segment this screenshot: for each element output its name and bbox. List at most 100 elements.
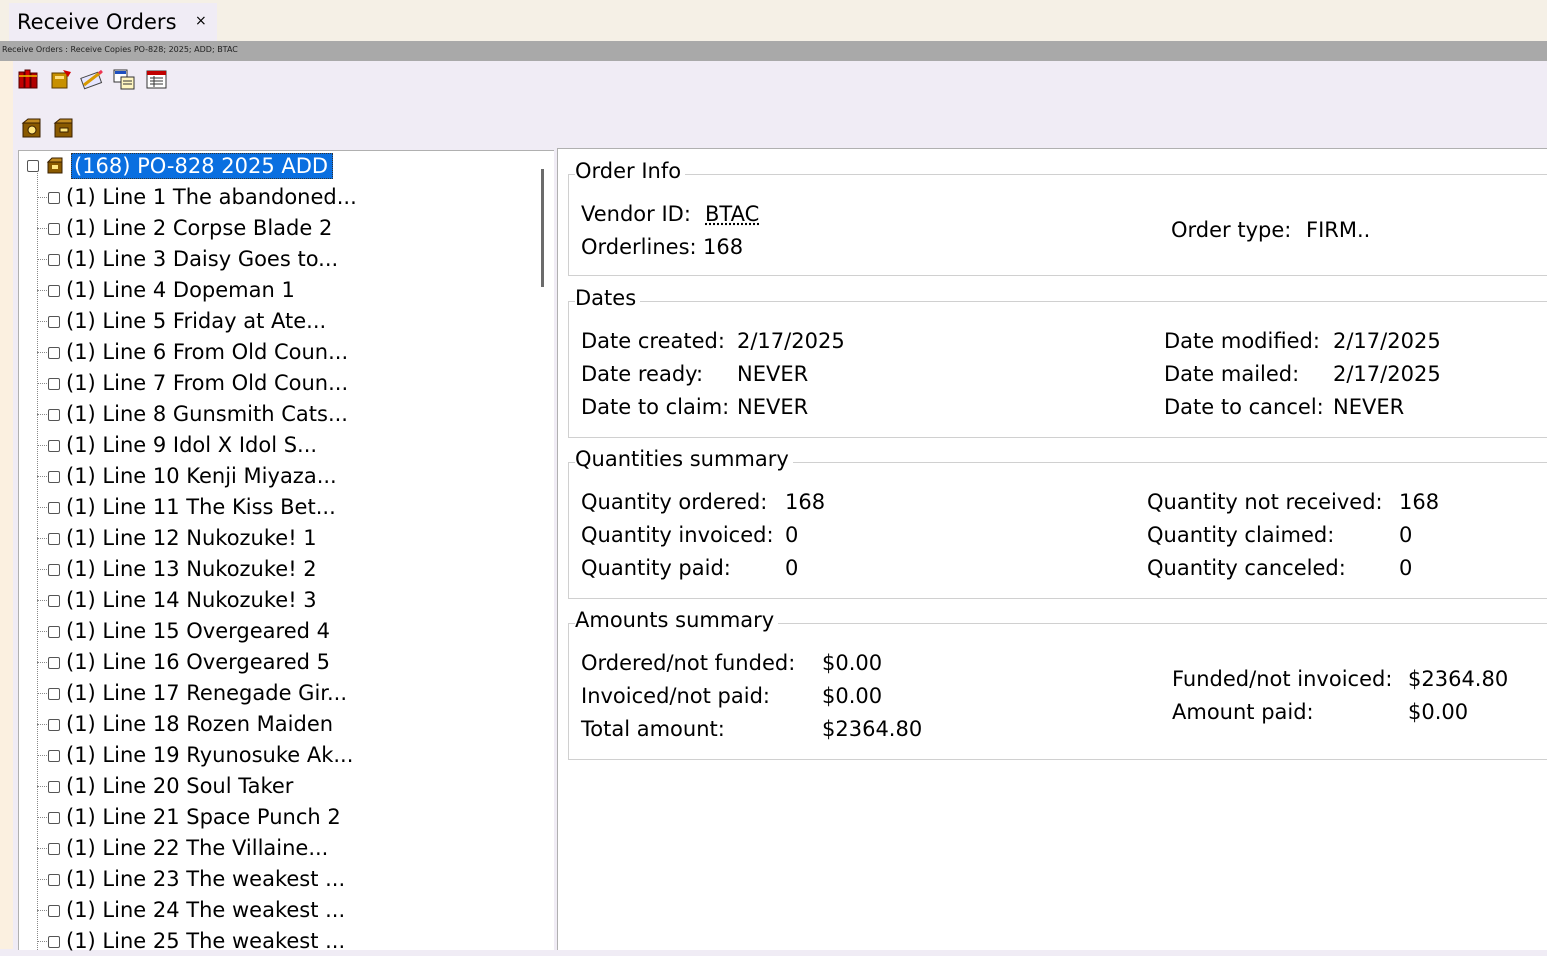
funded-not-invoiced-label: Funded/not invoiced: (1172, 667, 1393, 691)
tree-guide-line (37, 352, 47, 353)
amounts-summary-group: Amounts summary Ordered/not funded: $0.0… (568, 608, 1547, 760)
date-mailed-value: 2/17/2025 (1333, 362, 1441, 386)
tree-checkbox[interactable] (48, 812, 60, 824)
unreceive-box-icon[interactable] (52, 116, 76, 140)
tree-scrollbar[interactable] (541, 169, 544, 287)
tree-line-item[interactable]: (1) Line 10 Kenji Miyaza... (19, 463, 539, 491)
tree-line-item[interactable]: (1) Line 14 Nukozuke! 3 (19, 587, 539, 615)
calendar-report-icon[interactable] (145, 67, 169, 91)
tree-checkbox[interactable] (48, 440, 60, 452)
tree-guide-line (37, 662, 47, 663)
tree-checkbox[interactable] (48, 192, 60, 204)
tree-checkbox[interactable] (48, 874, 60, 886)
tree-guide-line (37, 848, 47, 849)
tree-checkbox[interactable] (48, 533, 60, 545)
tree-line-item[interactable]: (1) Line 2 Corpse Blade 2 (19, 215, 539, 243)
tree-line-item[interactable]: (1) Line 5 Friday at Ate... (19, 308, 539, 336)
tree-checkbox[interactable] (48, 905, 60, 917)
tree-checkbox[interactable] (48, 936, 60, 948)
order-tree[interactable]: (168) PO-828 2025 ADD (1) Line 1 The aba… (18, 150, 554, 953)
tree-checkbox[interactable] (48, 781, 60, 793)
tree-line-label: (1) Line 11 The Kiss Bet... (66, 495, 336, 519)
tree-checkbox[interactable] (48, 750, 60, 762)
date-mailed-label: Date mailed: (1164, 362, 1300, 386)
tree-checkbox[interactable] (27, 160, 39, 172)
tree-line-item[interactable]: (1) Line 6 From Old Coun... (19, 339, 539, 367)
dates-group: Dates Date created: 2/17/2025 Date ready… (568, 286, 1547, 438)
tab-bar: Receive Orders × (0, 0, 1547, 41)
tree-checkbox[interactable] (48, 223, 60, 235)
tree-line-item[interactable]: (1) Line 22 The Villaine... (19, 835, 539, 863)
tree-checkbox[interactable] (48, 285, 60, 297)
tab-receive-orders[interactable]: Receive Orders × (9, 3, 217, 41)
tree-line-item[interactable]: (1) Line 9 Idol X Idol S... (19, 432, 539, 460)
tree-checkbox[interactable] (48, 502, 60, 514)
tree-line-label: (1) Line 4 Dopeman 1 (66, 278, 295, 302)
tree-line-item[interactable]: (1) Line 13 Nukozuke! 2 (19, 556, 539, 584)
tree-root-node[interactable]: (168) PO-828 2025 ADD (27, 153, 387, 179)
tree-line-item[interactable]: (1) Line 8 Gunsmith Cats... (19, 401, 539, 429)
tree-line-item[interactable]: (1) Line 11 The Kiss Bet... (19, 494, 539, 522)
tree-line-item[interactable]: (1) Line 3 Daisy Goes to... (19, 246, 539, 274)
amounts-summary-heading: Amounts summary (575, 608, 779, 632)
tree-guide-line (37, 817, 47, 818)
tree-checkbox[interactable] (48, 471, 60, 483)
tree-line-item[interactable]: (1) Line 17 Renegade Gir... (19, 680, 539, 708)
tree-line-item[interactable]: (1) Line 23 The weakest ... (19, 866, 539, 894)
checkout-book-icon[interactable] (49, 67, 73, 91)
quantity-claimed-value: 0 (1399, 523, 1413, 547)
tree-checkbox[interactable] (48, 347, 60, 359)
quantity-ordered-value: 168 (785, 490, 826, 514)
tree-checkbox[interactable] (48, 595, 60, 607)
tree-line-item[interactable]: (1) Line 25 The weakest ... (19, 928, 539, 956)
copy-record-icon[interactable] (112, 67, 136, 91)
tree-checkbox[interactable] (48, 626, 60, 638)
tree-line-item[interactable]: (1) Line 18 Rozen Maiden (19, 711, 539, 739)
tree-checkbox[interactable] (48, 564, 60, 576)
tree-checkbox[interactable] (48, 657, 60, 669)
order-info-heading: Order Info (575, 159, 686, 183)
vendor-id-value[interactable]: BTAC (705, 202, 759, 226)
order-type-label: Order type: (1171, 218, 1292, 242)
quantity-claimed-label: Quantity claimed: (1147, 523, 1335, 547)
tree-line-item[interactable]: (1) Line 20 Soul Taker (19, 773, 539, 801)
tree-checkbox[interactable] (48, 316, 60, 328)
tree-line-label: (1) Line 5 Friday at Ate... (66, 309, 327, 333)
tree-guide-line (37, 941, 47, 942)
order-box-icon (46, 157, 63, 174)
tree-checkbox[interactable] (48, 254, 60, 266)
tree-checkbox[interactable] (48, 688, 60, 700)
books-icon[interactable] (17, 67, 41, 91)
tree-guide-line (37, 445, 47, 446)
date-ready-label: Date ready: (581, 362, 704, 386)
tree-checkbox[interactable] (48, 409, 60, 421)
tree-line-item[interactable]: (1) Line 24 The weakest ... (19, 897, 539, 925)
tree-line-label: (1) Line 24 The weakest ... (66, 898, 346, 922)
date-modified-value: 2/17/2025 (1333, 329, 1441, 353)
tree-guide-line (37, 569, 47, 570)
tree-line-item[interactable]: (1) Line 4 Dopeman 1 (19, 277, 539, 305)
ordered-not-funded-value: $0.00 (822, 651, 883, 675)
tree-line-item[interactable]: (1) Line 12 Nukozuke! 1 (19, 525, 539, 553)
tree-line-item[interactable]: (1) Line 1 The abandoned... (19, 184, 539, 212)
tree-line-item[interactable]: (1) Line 19 Ryunosuke Ak... (19, 742, 539, 770)
tree-guide-line (37, 755, 47, 756)
tree-line-item[interactable]: (1) Line 15 Overgeared 4 (19, 618, 539, 646)
tree-line-label: (1) Line 8 Gunsmith Cats... (66, 402, 348, 426)
tab-title: Receive Orders (17, 10, 177, 34)
tree-checkbox[interactable] (48, 843, 60, 855)
tree-checkbox[interactable] (48, 719, 60, 731)
tree-line-label: (1) Line 13 Nukozuke! 2 (66, 557, 317, 581)
tree-line-item[interactable]: (1) Line 16 Overgeared 5 (19, 649, 539, 677)
date-ready-value: NEVER (737, 362, 809, 386)
tab-close-icon[interactable]: × (195, 13, 207, 29)
pencil-card-icon[interactable] (80, 67, 104, 91)
tree-line-label: (1) Line 14 Nukozuke! 3 (66, 588, 317, 612)
tree-line-label: (1) Line 1 The abandoned... (66, 185, 357, 209)
tree-line-label: (1) Line 22 The Villaine... (66, 836, 329, 860)
tree-line-item[interactable]: (1) Line 21 Space Punch 2 (19, 804, 539, 832)
tree-line-item[interactable]: (1) Line 7 From Old Coun... (19, 370, 539, 398)
tree-checkbox[interactable] (48, 378, 60, 390)
receive-box-icon[interactable] (20, 116, 44, 140)
date-created-label: Date created: (581, 329, 725, 353)
